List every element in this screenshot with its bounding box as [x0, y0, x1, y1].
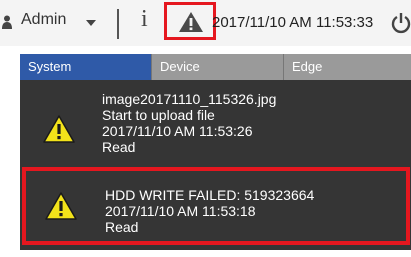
tab-edge[interactable]: Edge [283, 54, 411, 80]
notification-item[interactable]: image20171110_115326.jpg Start to upload… [20, 83, 411, 165]
notification-timestamp: 2017/11/10 AM 11:53:18 [105, 203, 256, 219]
divider [117, 9, 119, 39]
chevron-down-icon[interactable] [86, 20, 96, 26]
notification-text: image20171110_115326.jpg Start to upload… [102, 91, 276, 155]
info-icon[interactable]: i [141, 6, 148, 33]
top-bar: Admin i 2017/11/10 AM 11:53:33 [0, 0, 411, 46]
alert-button[interactable] [164, 2, 216, 40]
datetime-display: 2017/11/10 AM 11:53:33 [212, 14, 374, 31]
notification-status: Read [102, 139, 136, 155]
notification-text: HDD WRITE FAILED: 519323664 2017/11/10 A… [105, 187, 314, 235]
user-menu-label[interactable]: Admin [21, 11, 66, 29]
alert-icon [179, 12, 203, 32]
notification-filename: image20171110_115326.jpg [102, 91, 277, 107]
notification-message: HDD WRITE FAILED: 519323664 [105, 187, 315, 203]
notification-item-highlighted[interactable]: HDD WRITE FAILED: 519323664 2017/11/10 A… [22, 167, 410, 245]
notification-timestamp: 2017/11/10 AM 11:53:26 [102, 123, 253, 139]
notification-panel: System Device Edge image20171110_115326.… [20, 54, 411, 250]
power-icon[interactable] [391, 12, 411, 34]
user-icon [2, 15, 12, 29]
tab-system[interactable]: System [20, 54, 151, 80]
tab-bar: System Device Edge [20, 54, 411, 80]
tab-device[interactable]: Device [151, 54, 283, 80]
warning-icon [45, 192, 77, 220]
warning-icon [43, 115, 75, 143]
notification-message: Start to upload file [102, 107, 215, 123]
notification-status: Read [105, 219, 139, 235]
